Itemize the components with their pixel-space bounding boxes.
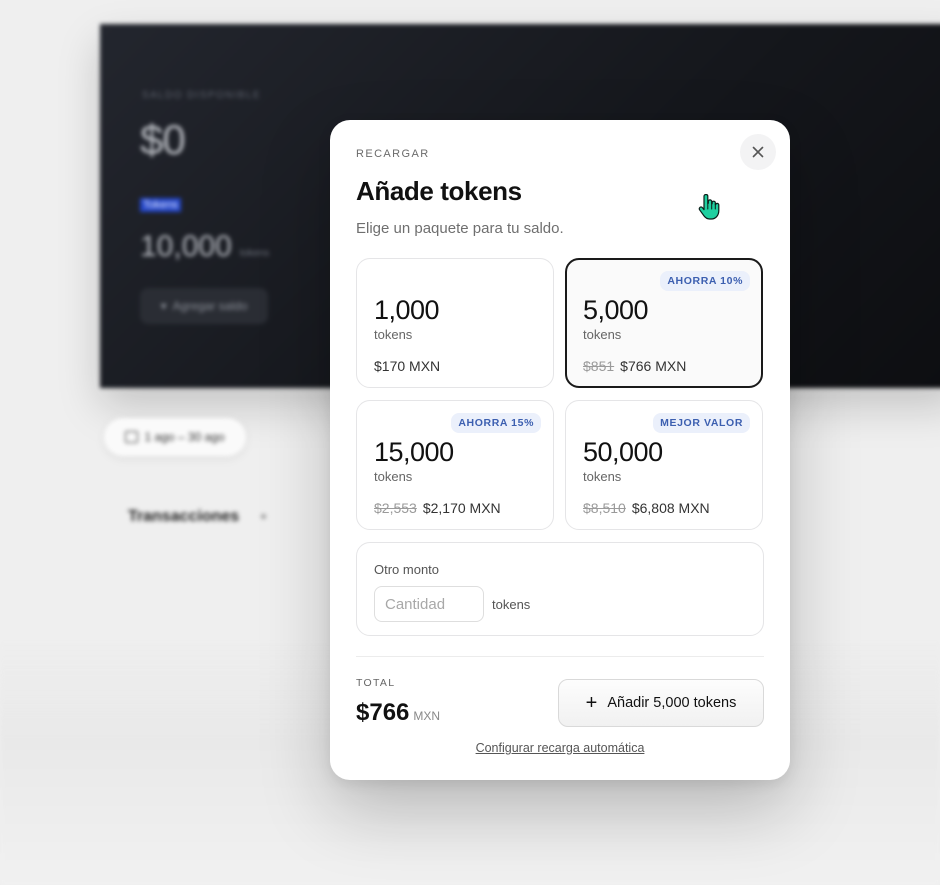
package-price: $170 MXN <box>374 358 441 374</box>
package-old-price: $2,553 <box>374 500 417 516</box>
close-icon <box>752 146 764 158</box>
package-price: $6,808 MXN <box>631 500 710 516</box>
package-old-price: $851 <box>583 358 615 374</box>
package-amount: 50,000 <box>583 437 663 467</box>
add-tokens-button[interactable]: + Añadir 5,000 tokens <box>558 679 764 727</box>
date-range-label: 1 ago – 30 ago <box>144 430 225 444</box>
package-unit: tokens <box>374 327 413 342</box>
close-button[interactable] <box>740 134 776 170</box>
package-price-row: $8,510 $6,808 MXN <box>583 500 710 516</box>
chevron-down-icon: ▾ <box>160 299 167 313</box>
balance-label: Saldo disponible <box>142 90 262 101</box>
package-unit: tokens <box>374 469 413 484</box>
total-amount: $766 <box>356 699 410 726</box>
tokens-chip: Tokens <box>140 198 181 212</box>
savings-badge: AHORRA 10% <box>660 271 750 291</box>
package-old-price: $8,510 <box>583 500 626 516</box>
footer-divider <box>356 656 764 657</box>
tokens-value-row: 10,000 tokens <box>140 230 269 264</box>
transactions-heading: Transacciones <box>128 508 267 526</box>
package-card-5000[interactable]: AHORRA 10% 5,000 tokens $851 $766 MXN <box>565 258 763 388</box>
add-tokens-modal: RECARGAR Añade tokens Elige un paquete p… <box>330 120 790 780</box>
custom-amount-card: Otro monto tokens <box>356 542 764 636</box>
dot-icon <box>261 514 267 520</box>
package-price-row: $170 MXN <box>374 358 440 374</box>
date-range-picker[interactable]: 1 ago – 30 ago <box>104 418 246 456</box>
add-balance-button[interactable]: ▾ Agregar saldo <box>140 288 268 324</box>
transactions-label: Transacciones <box>128 508 240 525</box>
custom-amount-unit: tokens <box>492 597 531 612</box>
package-price-row: $851 $766 MXN <box>583 358 686 374</box>
package-card-1000[interactable]: 1,000 tokens $170 MXN <box>356 258 554 388</box>
package-amount: 5,000 <box>583 295 649 325</box>
modal-subtitle: Elige un paquete para tu saldo. <box>356 220 564 237</box>
package-unit: tokens <box>583 469 622 484</box>
balance-value: $0 <box>140 116 186 163</box>
best-value-badge: MEJOR VALOR <box>653 413 750 433</box>
add-tokens-label: Añadir 5,000 tokens <box>607 695 737 711</box>
plus-icon: + <box>585 692 598 714</box>
hand-pointer-cursor-icon <box>698 194 720 220</box>
package-amount: 1,000 <box>374 295 440 325</box>
auto-recharge-row: Configurar recarga automática <box>330 741 790 755</box>
package-price: $766 MXN <box>620 358 687 374</box>
package-unit: tokens <box>583 327 622 342</box>
calendar-icon <box>125 431 139 443</box>
modal-eyebrow: RECARGAR <box>356 148 430 160</box>
auto-recharge-link[interactable]: Configurar recarga automática <box>476 741 645 755</box>
tokens-unit: tokens <box>239 248 270 259</box>
package-price-row: $2,553 $2,170 MXN <box>374 500 501 516</box>
custom-amount-label: Otro monto <box>374 562 440 577</box>
add-balance-label: Agregar saldo <box>172 299 248 313</box>
package-card-50000[interactable]: MEJOR VALOR 50,000 tokens $8,510 $6,808 M… <box>565 400 763 530</box>
package-card-15000[interactable]: AHORRA 15% 15,000 tokens $2,553 $2,170 MX… <box>356 400 554 530</box>
package-amount: 15,000 <box>374 437 454 467</box>
custom-amount-input[interactable] <box>374 586 484 622</box>
total-currency: MXN <box>413 709 441 723</box>
total-value: $766 MXN <box>356 699 440 727</box>
total-label: TOTAL <box>356 677 396 689</box>
package-price: $2,170 MXN <box>422 500 501 516</box>
tokens-value: 10,000 <box>140 230 232 263</box>
savings-badge: AHORRA 15% <box>451 413 541 433</box>
modal-title: Añade tokens <box>356 176 522 206</box>
